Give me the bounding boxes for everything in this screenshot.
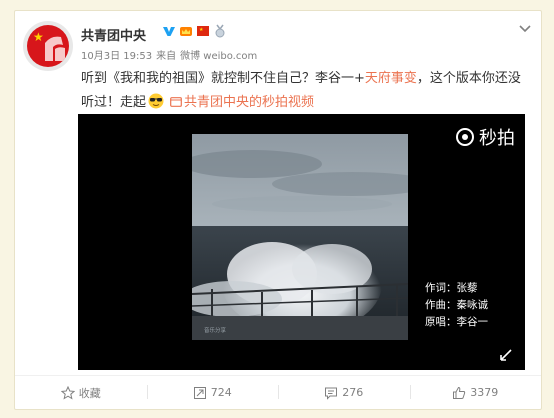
via-source[interactable]: 微博 weibo.com bbox=[180, 51, 257, 62]
comment-count: 276 bbox=[342, 386, 364, 399]
favorite-button[interactable]: 收藏 bbox=[15, 376, 147, 409]
topic-link[interactable]: 天府事变 bbox=[365, 71, 417, 86]
repost-count: 724 bbox=[210, 386, 232, 399]
repost-icon bbox=[193, 386, 206, 399]
like-button[interactable]: 3379 bbox=[409, 376, 542, 409]
author-badges: ★ bbox=[162, 24, 227, 38]
action-bar: 收藏 724 276 3379 bbox=[15, 376, 541, 409]
video-source-label: 共青团中央的秒拍视频 bbox=[184, 95, 315, 110]
video-source-link[interactable]: 共青团中央的秒拍视频 bbox=[166, 95, 314, 110]
sunglasses-emoji-icon bbox=[148, 93, 164, 109]
post-text-part-1: 听到《我和我的祖国》就控制不住自己？李谷一+ bbox=[81, 71, 365, 86]
post-text: 听到《我和我的祖国》就控制不住自己？李谷一+天府事变，这个版本你还没听过！走起 … bbox=[81, 67, 531, 115]
singer-credit: 原唱：李谷一 bbox=[425, 316, 488, 328]
comment-button[interactable]: 276 bbox=[278, 376, 410, 409]
emblem-icon bbox=[45, 36, 65, 61]
song-credits: 作词：张藜 作曲：秦咏诚 原唱：李谷一 bbox=[425, 280, 488, 331]
thumbs-up-icon bbox=[453, 386, 466, 399]
avatar[interactable]: ★ bbox=[23, 21, 73, 71]
composer-credit: 作曲：秦咏诚 bbox=[425, 299, 488, 311]
weibo-post-card: ★ 共青团中央 ★ 10月3日 19:53 来自 微博 weibo.com 听到… bbox=[14, 10, 542, 410]
video-icon bbox=[170, 97, 182, 107]
svg-text:★: ★ bbox=[199, 27, 204, 33]
watermark-label: 秒拍 bbox=[479, 128, 515, 149]
post-date[interactable]: 10月3日 19:53 bbox=[81, 51, 152, 62]
frame-caption: 音乐分享 bbox=[204, 326, 227, 334]
favorite-label: 收藏 bbox=[78, 386, 101, 400]
chevron-down-icon[interactable] bbox=[517, 23, 533, 35]
like-count: 3379 bbox=[470, 386, 499, 399]
post-meta: 10月3日 19:53 来自 微博 weibo.com bbox=[81, 47, 261, 62]
via-prefix: 来自 bbox=[156, 51, 177, 62]
miaopai-logo-icon bbox=[456, 128, 474, 146]
video-frame: 音乐分享 bbox=[192, 134, 408, 340]
video-player[interactable]: 音乐分享 秒拍 作词：张藜 作曲：秦咏诚 原唱：李谷一 bbox=[78, 114, 525, 370]
medal-icon[interactable] bbox=[213, 24, 227, 38]
verified-icon[interactable] bbox=[162, 24, 176, 38]
repost-button[interactable]: 724 bbox=[146, 376, 279, 409]
star-outline-icon bbox=[60, 385, 75, 400]
miaopai-watermark: 秒拍 bbox=[455, 124, 515, 150]
lyricist-credit: 作词：张藜 bbox=[425, 282, 478, 294]
flag-icon[interactable]: ★ bbox=[196, 24, 210, 38]
comment-icon bbox=[325, 387, 338, 400]
youth-league-logo: ★ bbox=[27, 25, 69, 67]
expand-icon[interactable] bbox=[499, 348, 513, 362]
member-crown-icon[interactable] bbox=[179, 24, 193, 38]
author-name[interactable]: 共青团中央 bbox=[81, 25, 146, 44]
